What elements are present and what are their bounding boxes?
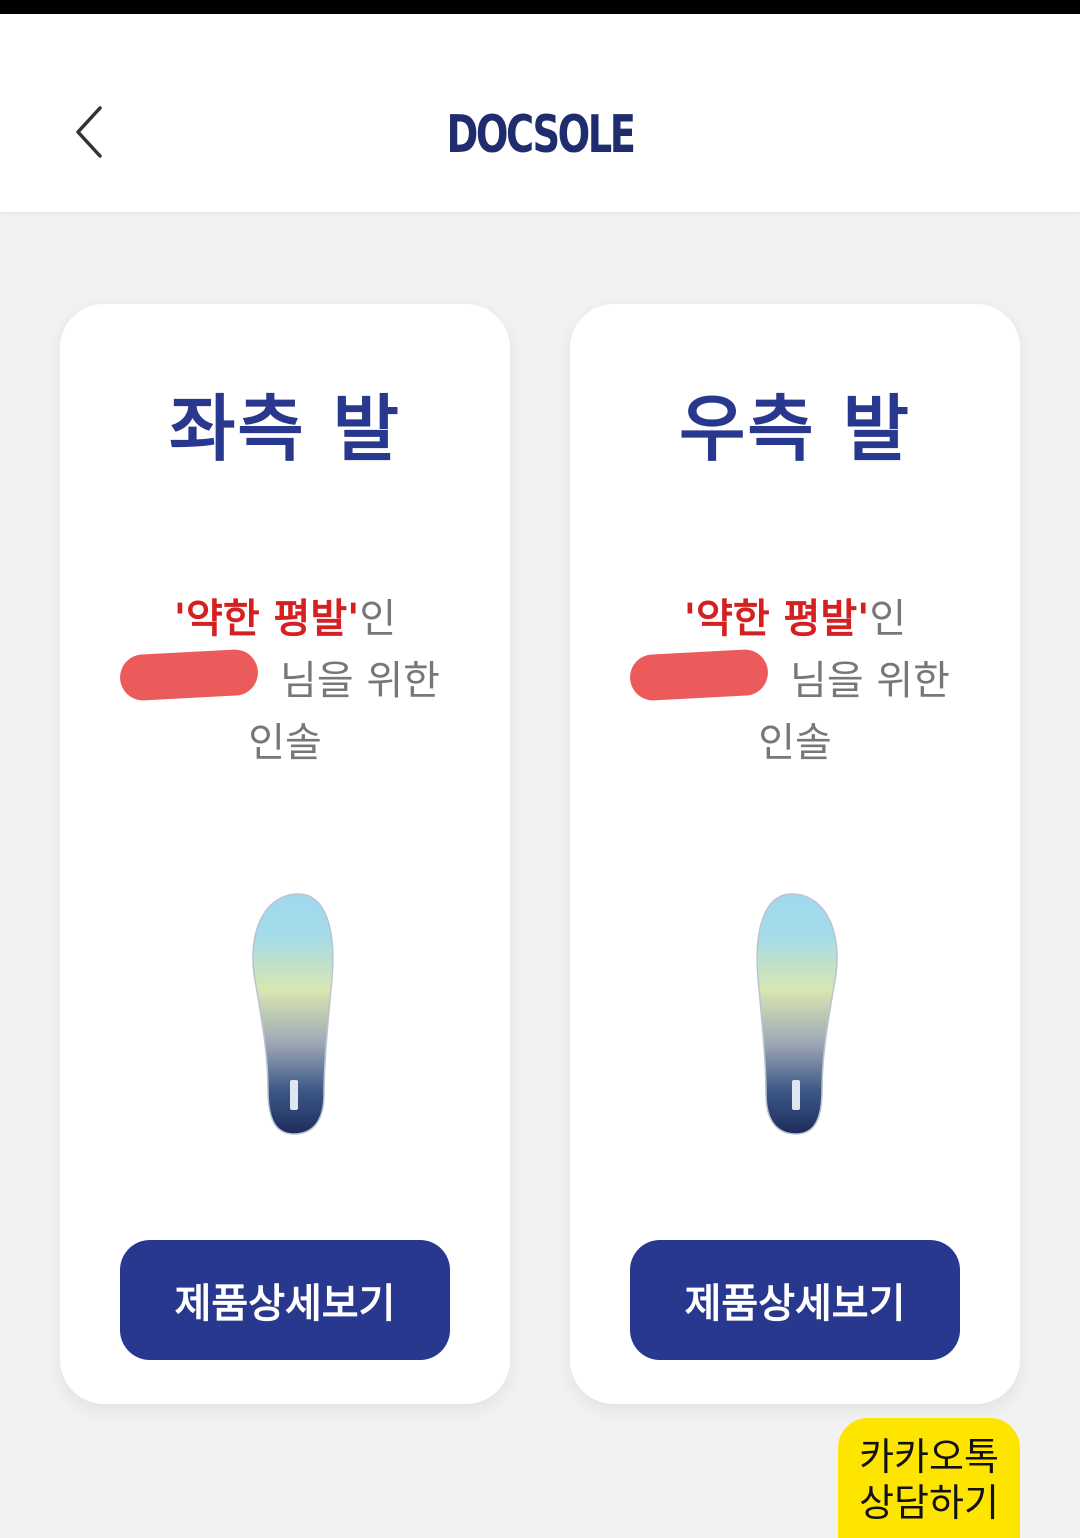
product-detail-button[interactable]: 제품상세보기 — [630, 1240, 960, 1360]
chevron-left-icon — [76, 106, 102, 158]
name-suffix: 님을 위한 — [280, 658, 440, 704]
product-detail-button[interactable]: 제품상세보기 — [120, 1240, 450, 1360]
kakao-consult-button[interactable]: 카카오톡 상담하기 — [838, 1418, 1020, 1538]
redaction-mark — [118, 648, 260, 702]
insole-image — [756, 893, 838, 1135]
card-description: '약한 평발'인 님을 위한 인솔 — [60, 588, 510, 774]
right-foot-card: 우측 발 '약한 평발'인 님을 위한 인솔 제품상세보기 — [570, 304, 1020, 1404]
desc-line-1: '약한 평발'인 — [60, 588, 510, 650]
desc-line-1: '약한 평발'인 — [570, 588, 1020, 650]
back-button[interactable] — [62, 100, 122, 164]
card-description: '약한 평발'인 님을 위한 인솔 — [570, 588, 1020, 774]
app-header: DOCSOLE — [0, 14, 1080, 212]
brand-logo[interactable]: DOCSOLE — [446, 100, 636, 170]
status-bar — [0, 0, 1080, 14]
left-foot-card: 좌측 발 '약한 평발'인 님을 위한 인솔 제품상세보기 — [60, 304, 510, 1404]
user-name — [628, 648, 790, 712]
insole-label: 인솔 — [758, 720, 832, 766]
kakao-label-line1: 카카오톡 — [859, 1435, 999, 1479]
desc-line-2: 님을 위한 — [570, 648, 1020, 712]
card-title: 좌측 발 — [169, 387, 401, 471]
name-suffix: 님을 위한 — [790, 658, 950, 704]
redaction-mark — [628, 648, 770, 702]
insole-image — [252, 893, 334, 1135]
insole-label: 인솔 — [248, 720, 322, 766]
kakao-label-line2: 상담하기 — [859, 1481, 999, 1525]
flat-foot-label: '약한 평발' — [173, 596, 360, 642]
card-title: 우측 발 — [679, 387, 911, 471]
suffix-in: 인 — [869, 596, 907, 642]
desc-line-2: 님을 위한 — [60, 648, 510, 712]
flat-foot-label: '약한 평발' — [683, 596, 870, 642]
suffix-in: 인 — [359, 596, 397, 642]
user-name — [118, 648, 280, 712]
